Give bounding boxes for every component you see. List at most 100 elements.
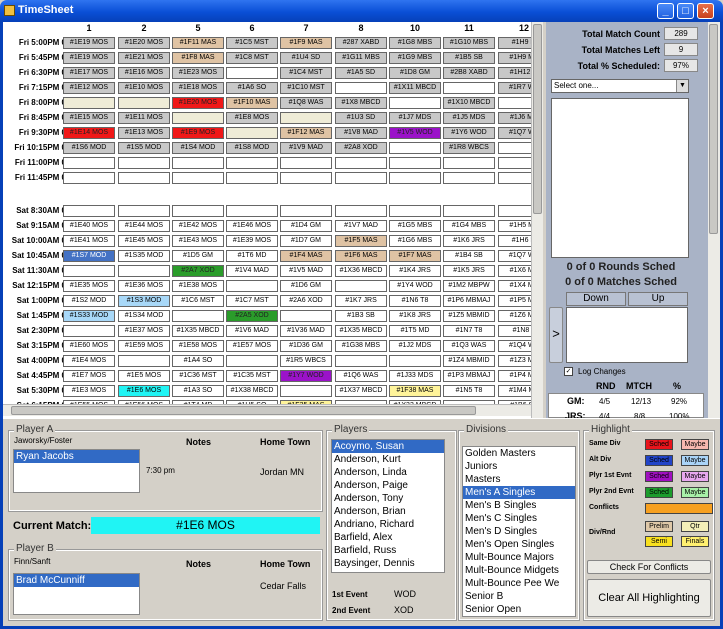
match-move-list[interactable]	[566, 307, 688, 363]
schedule-cell[interactable]: #1E57 MOS	[226, 340, 278, 352]
down-button[interactable]: Down	[566, 292, 626, 306]
schedule-cell[interactable]: #1J7 MDS	[389, 112, 441, 124]
schedule-cell[interactable]: #1A3 SO	[172, 385, 224, 397]
schedule-cell[interactable]: #1J33 MDS	[389, 370, 441, 382]
schedule-cell[interactable]: #1E58 MOS	[172, 340, 224, 352]
division-list-item[interactable]: Men's B Singles	[463, 499, 575, 512]
schedule-cell[interactable]: #1A6 SO	[226, 82, 278, 94]
schedule-cell[interactable]: #1C7 MST	[226, 295, 278, 307]
schedule-cell[interactable]: #1S4 MOD	[172, 142, 224, 154]
schedule-cell[interactable]: #1F6 MAS	[335, 250, 387, 262]
schedule-cell[interactable]: #1D5 GM	[172, 250, 224, 262]
player-list-item[interactable]: Barfield, Alex	[332, 531, 444, 544]
schedule-cell[interactable]	[226, 157, 278, 169]
schedule-cell[interactable]: #1E59 MOS	[118, 340, 170, 352]
schedule-cell[interactable]: #1C5 MST	[226, 37, 278, 49]
close-button[interactable]: ×	[697, 3, 714, 19]
schedule-cell[interactable]	[226, 205, 278, 217]
player-list-item[interactable]: Anderson, Kurt	[332, 453, 444, 466]
player-list-item[interactable]: Barfield, Russ	[332, 544, 444, 557]
window-vertical-scrollbar[interactable]	[708, 22, 720, 418]
schedule-cell[interactable]: #1G6 MBS	[389, 235, 441, 247]
schedule-cell[interactable]	[389, 157, 441, 169]
schedule-cell[interactable]	[226, 280, 278, 292]
highlight-color-b[interactable]: Qtr	[681, 521, 709, 532]
schedule-cell[interactable]	[335, 157, 387, 169]
schedule-cell[interactable]: #1D6 GM	[280, 280, 332, 292]
highlight-color-a[interactable]: Sched	[645, 455, 673, 466]
schedule-cell[interactable]: #1V5 WOD	[389, 127, 441, 139]
schedule-cell[interactable]: #1Y4 WOD	[389, 280, 441, 292]
schedule-cell[interactable]: #1X36 MBCD	[335, 265, 387, 277]
schedule-cell[interactable]: #1E17 MOS	[63, 67, 115, 79]
schedule-cell[interactable]: #1G38 MBS	[335, 340, 387, 352]
schedule-cell[interactable]: #1E45 MOS	[118, 235, 170, 247]
schedule-cell[interactable]: #1B5 SB	[443, 52, 495, 64]
schedule-cell[interactable]: #1Y7 WOD	[280, 370, 332, 382]
schedule-cell[interactable]	[172, 310, 224, 322]
schedule-cell[interactable]: #1G4 MBS	[443, 220, 495, 232]
schedule-cell[interactable]: #1S8 MOD	[226, 142, 278, 154]
schedule-cell[interactable]: #1E4 MOS	[63, 355, 115, 367]
schedule-cell[interactable]: #1F5 MAS	[335, 235, 387, 247]
schedule-cell[interactable]: #1E16 MOS	[118, 67, 170, 79]
highlight-color-b[interactable]: Maybe	[681, 439, 709, 450]
schedule-cell[interactable]: #1S2 MOD	[63, 295, 115, 307]
log-changes-checkbox[interactable]: ✓	[564, 367, 573, 376]
schedule-cell[interactable]: #1Z5 MBMID	[443, 310, 495, 322]
divisions-list[interactable]: Golden Masters Juniors Masters Men's A Sing…	[462, 446, 576, 617]
schedule-cell[interactable]: #1N5 T8	[443, 385, 495, 397]
schedule-cell[interactable]: #1S3 MOD	[118, 295, 170, 307]
player-list-item[interactable]: Anderson, Brian	[332, 505, 444, 518]
schedule-cell[interactable]: #1P6 MBMAJ	[443, 295, 495, 307]
schedule-cell[interactable]: #1E6 MOS	[118, 385, 170, 397]
schedule-cell[interactable]	[118, 355, 170, 367]
schedule-cell[interactable]: #1E20 MOS	[172, 97, 224, 109]
schedule-cell[interactable]: #1U4 SD	[280, 52, 332, 64]
division-list-item[interactable]: Men's A Singles	[463, 486, 575, 499]
schedule-cell[interactable]: #1X11 MBCD	[389, 82, 441, 94]
division-list-item[interactable]: Mult-Bounce Midgets	[463, 564, 575, 577]
schedule-cell[interactable]: #1E38 MOS	[172, 280, 224, 292]
schedule-cell[interactable]	[335, 355, 387, 367]
schedule-cell[interactable]: #1C10 MST	[280, 82, 332, 94]
division-list-item[interactable]: Men's Open Singles	[463, 538, 575, 551]
division-list-item[interactable]: Masters	[463, 473, 575, 486]
schedule-cell[interactable]: #1B4 SB	[443, 250, 495, 262]
schedule-cell[interactable]: #1V7 MAD	[335, 220, 387, 232]
check-conflicts-button[interactable]: Check For Conflicts	[587, 560, 711, 574]
schedule-cell[interactable]: #1E14 MOS	[63, 127, 115, 139]
grid-vertical-scrollbar[interactable]	[531, 22, 543, 418]
schedule-cell[interactable]	[118, 172, 170, 184]
schedule-cell[interactable]: #1B3 SB	[335, 310, 387, 322]
schedule-cell[interactable]: #1K6 JRS	[443, 235, 495, 247]
go-button[interactable]: >	[549, 307, 563, 363]
schedule-cell[interactable]: #1K4 JRS	[389, 265, 441, 277]
schedule-cell[interactable]: #1M2 MBPW	[443, 280, 495, 292]
schedule-cell[interactable]	[172, 112, 224, 124]
highlight-color-b[interactable]: Maybe	[681, 455, 709, 466]
schedule-cell[interactable]: #1E37 MOS	[118, 325, 170, 337]
schedule-cell[interactable]: #1F8 MAS	[172, 52, 224, 64]
schedule-cell[interactable]	[172, 172, 224, 184]
schedule-cell[interactable]: #1R8 WBCS	[443, 142, 495, 154]
schedule-cell[interactable]: #1V5 MAD	[280, 265, 332, 277]
schedule-cell[interactable]: #1S34 MOD	[118, 310, 170, 322]
schedule-cell[interactable]: #1E42 MOS	[172, 220, 224, 232]
schedule-cell[interactable]	[63, 325, 115, 337]
highlight-color-b[interactable]: Maybe	[681, 487, 709, 498]
schedule-cell[interactable]: #1E21 MOS	[118, 52, 170, 64]
division-list-item[interactable]: Men's C Singles	[463, 512, 575, 525]
schedule-cell[interactable]	[63, 172, 115, 184]
schedule-cell[interactable]: #1E36 MOS	[118, 280, 170, 292]
schedule-cell[interactable]: #1F4 MAS	[280, 250, 332, 262]
schedule-cell[interactable]	[63, 205, 115, 217]
player-list-item[interactable]: Andriano, Richard	[332, 518, 444, 531]
division-list-item[interactable]: Juniors	[463, 460, 575, 473]
chevron-down-icon[interactable]: ▼	[676, 80, 688, 92]
schedule-cell[interactable]	[335, 205, 387, 217]
schedule-cell[interactable]	[280, 112, 332, 124]
schedule-cell[interactable]: #1D7 GM	[280, 235, 332, 247]
schedule-cell[interactable]: #1U3 SD	[335, 112, 387, 124]
schedule-cell[interactable]: #1T6 MD	[226, 250, 278, 262]
